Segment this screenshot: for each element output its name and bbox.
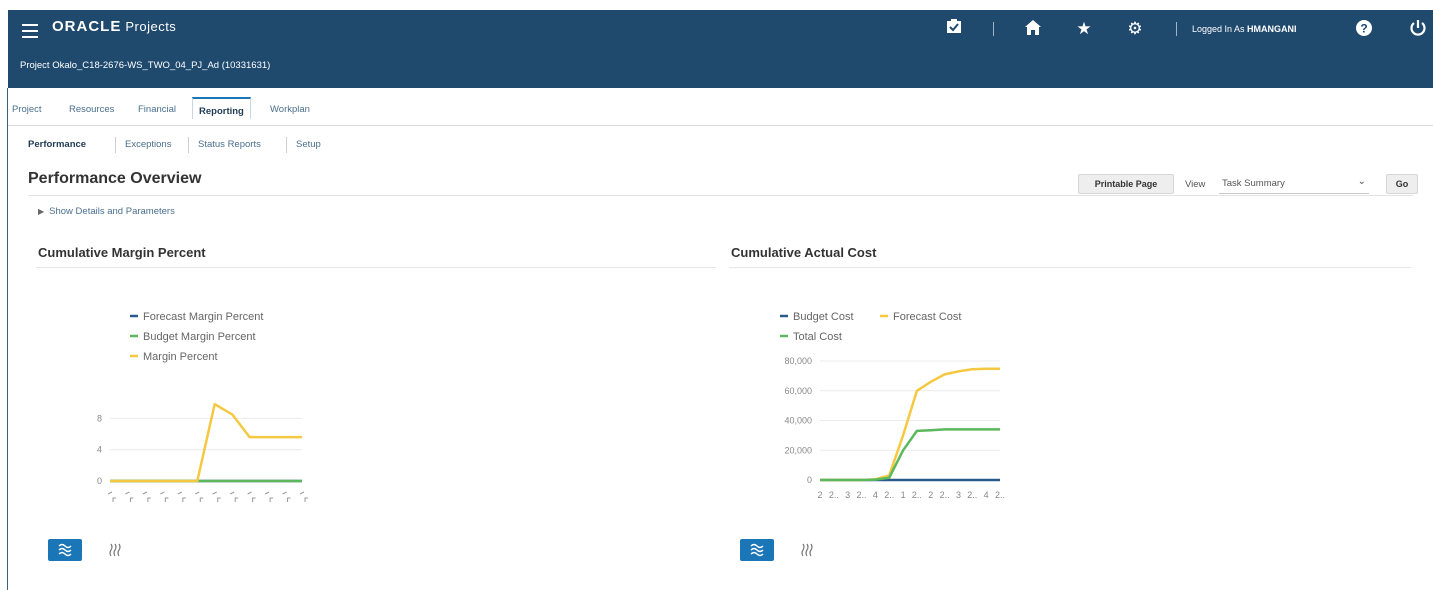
- tab-reporting[interactable]: Reporting: [192, 97, 251, 119]
- disclosure-triangle-icon: ▶: [38, 207, 45, 216]
- chart-title-cost: Cumulative Actual Cost: [731, 245, 877, 260]
- divider: [729, 267, 1411, 268]
- area-chart-toggle-button[interactable]: [740, 539, 774, 561]
- tab-financial[interactable]: Financial: [138, 104, 176, 115]
- x-tick-label: 2..: [967, 490, 977, 500]
- header-separator: [993, 22, 994, 36]
- y-tick-label: 40,000: [784, 416, 812, 426]
- y-tick-label: 20,000: [784, 445, 812, 455]
- help-icon[interactable]: ?: [1354, 19, 1374, 42]
- subtab-performance[interactable]: Performance: [28, 139, 86, 150]
- show-details-label: Show Details and Parameters: [49, 206, 175, 217]
- logged-in-user: Logged In As HMANGANI: [1192, 24, 1297, 34]
- x-tick-mark: [264, 491, 274, 502]
- view-select-value: Task Summary: [1222, 178, 1285, 189]
- home-icon[interactable]: [1022, 19, 1044, 42]
- tab-project[interactable]: Project: [12, 104, 42, 115]
- x-tick-label: 3: [845, 490, 850, 500]
- show-details-toggle[interactable]: ▶ Show Details and Parameters: [38, 206, 175, 217]
- x-tick-mark: [247, 491, 256, 502]
- project-title: Project Okalo_C18-2676-WS_TWO_04_PJ_Ad (…: [20, 60, 271, 71]
- view-select[interactable]: Task Summary ⌄: [1219, 173, 1369, 194]
- x-tick-mark: [282, 491, 291, 502]
- x-tick-mark: [107, 491, 116, 502]
- subtab-separator: [188, 137, 189, 153]
- x-tick-mark: [195, 491, 204, 502]
- x-tick-label: 2..: [912, 490, 922, 500]
- y-tick-label: 60,000: [784, 386, 812, 396]
- x-tick-label: 2: [928, 490, 933, 500]
- series-line: [820, 428, 1000, 482]
- x-tick-mark: [177, 491, 186, 502]
- x-tick-mark: [142, 491, 151, 502]
- main-tabs: Project Resources Financial Reporting Wo…: [8, 93, 1433, 126]
- legend-label: Forecast Margin Percent: [143, 311, 263, 323]
- y-tick-label: 8: [97, 413, 102, 423]
- y-tick-label: 80,000: [784, 356, 812, 366]
- subtab-separator: [286, 137, 287, 153]
- y-tick-label: 0: [97, 476, 102, 486]
- sub-tabs: Performance Exceptions Status Reports Se…: [8, 131, 1433, 157]
- x-tick-label: 4: [873, 490, 878, 500]
- gear-icon[interactable]: ⚙: [1125, 19, 1145, 39]
- inbox-icon[interactable]: [944, 19, 964, 40]
- legend-label: Budget Margin Percent: [143, 331, 256, 343]
- view-label: View: [1185, 179, 1206, 190]
- chart-icon: [58, 543, 72, 557]
- x-tick-label: 3: [956, 490, 961, 500]
- power-icon[interactable]: [1408, 19, 1428, 42]
- series-line: [110, 402, 302, 483]
- x-tick-mark: [125, 491, 134, 502]
- hamburger-menu-icon[interactable]: [22, 24, 38, 38]
- subtab-exceptions[interactable]: Exceptions: [125, 139, 171, 150]
- x-tick-label: 4: [984, 490, 989, 500]
- table-view-toggle-button[interactable]: [98, 539, 132, 561]
- subtab-setup[interactable]: Setup: [296, 139, 321, 150]
- table-view-toggle-button[interactable]: [790, 539, 824, 561]
- header-separator: [1176, 22, 1177, 36]
- page-title: Performance Overview: [28, 170, 202, 187]
- x-tick-label: 2: [817, 490, 822, 500]
- svg-text:?: ?: [1360, 22, 1367, 36]
- oracle-logo: ORACLE Projects: [52, 18, 177, 35]
- table-icon: [801, 543, 813, 557]
- favorites-star-icon[interactable]: ★: [1074, 19, 1094, 39]
- divider: [28, 195, 1413, 196]
- chart-title-margin: Cumulative Margin Percent: [38, 245, 206, 260]
- actual-cost-chart: Budget Cost Forecast Cost Total Cost 0 20,00…: [780, 311, 1005, 500]
- x-tick-mark: [229, 491, 239, 502]
- subtab-separator: [115, 137, 116, 153]
- y-tick-label: 0: [807, 475, 812, 485]
- printable-page-button[interactable]: Printable Page: [1078, 174, 1174, 194]
- x-tick-mark: [160, 491, 169, 502]
- margin-percent-chart: Forecast Margin Percent Budget Margin Per…: [97, 311, 308, 502]
- x-tick-label: 2..: [940, 490, 950, 500]
- tab-workplan[interactable]: Workplan: [270, 104, 310, 115]
- x-tick-mark: [212, 491, 221, 502]
- series-line: [820, 367, 1000, 482]
- x-tick-label: 2..: [857, 490, 867, 500]
- x-tick-label: 1: [901, 490, 906, 500]
- legend-label: Total Cost: [793, 331, 842, 343]
- y-tick-label: 4: [97, 445, 102, 455]
- legend-label: Margin Percent: [143, 351, 218, 363]
- area-chart-toggle-button[interactable]: [48, 539, 82, 561]
- go-button[interactable]: Go: [1386, 174, 1418, 194]
- legend-label: Forecast Cost: [893, 311, 961, 323]
- table-icon: [109, 543, 121, 557]
- divider: [36, 267, 716, 268]
- page-left-border: [7, 88, 8, 590]
- x-tick-label: 2..: [995, 490, 1005, 500]
- x-tick-label: 2..: [884, 490, 894, 500]
- tab-resources[interactable]: Resources: [69, 104, 114, 115]
- x-tick-label: 2..: [829, 490, 839, 500]
- legend-label: Budget Cost: [793, 311, 854, 323]
- global-header: ORACLE Projects Project Okalo_C18-2676-WS…: [8, 10, 1433, 88]
- x-tick-mark: [299, 491, 308, 502]
- subtab-status-reports[interactable]: Status Reports: [198, 139, 261, 150]
- chevron-down-icon: ⌄: [1357, 176, 1366, 187]
- chart-icon: [750, 543, 764, 557]
